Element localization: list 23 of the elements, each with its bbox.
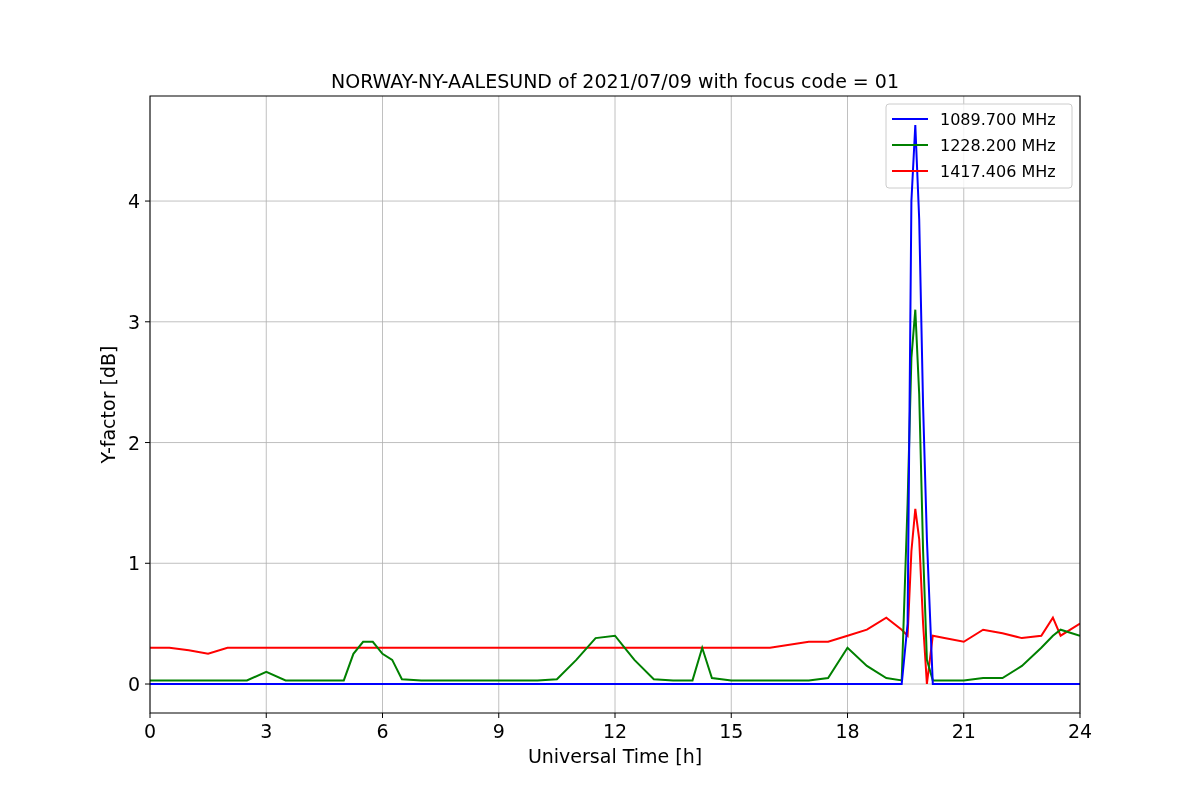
legend-label: 1417.406 MHz xyxy=(940,162,1056,181)
x-tick-label: 15 xyxy=(719,720,744,742)
legend-label: 1089.700 MHz xyxy=(940,110,1056,129)
x-axis-label: Universal Time [h] xyxy=(527,745,703,767)
x-tick-label: 24 xyxy=(1067,720,1093,742)
y-tick-label: 3 xyxy=(127,310,140,333)
x-tick-label: 12 xyxy=(602,720,628,742)
x-tick-label: 3 xyxy=(260,720,273,742)
legend-line-icon xyxy=(891,144,929,146)
chart-title: NORWAY-NY-AALESUND of 2021/07/09 with focus code = 01 xyxy=(331,70,899,92)
y-tick-label: 2 xyxy=(127,431,140,454)
legend-line-icon xyxy=(891,170,929,172)
x-tick-label: 6 xyxy=(376,720,389,742)
y-tick-label: 4 xyxy=(127,190,140,213)
x-tick-label: 0 xyxy=(143,720,157,742)
y-tick-label: 1 xyxy=(127,552,140,575)
y-tick-label: 0 xyxy=(127,673,140,695)
x-tick-label: 18 xyxy=(835,720,860,742)
legend-label: 1228.200 MHz xyxy=(940,136,1056,155)
x-tick-label: 9 xyxy=(492,720,505,742)
y-axis-label: Y-factor [dB] xyxy=(97,345,119,464)
x-tick-label: 21 xyxy=(951,720,976,742)
legend-line-icon xyxy=(891,118,929,120)
